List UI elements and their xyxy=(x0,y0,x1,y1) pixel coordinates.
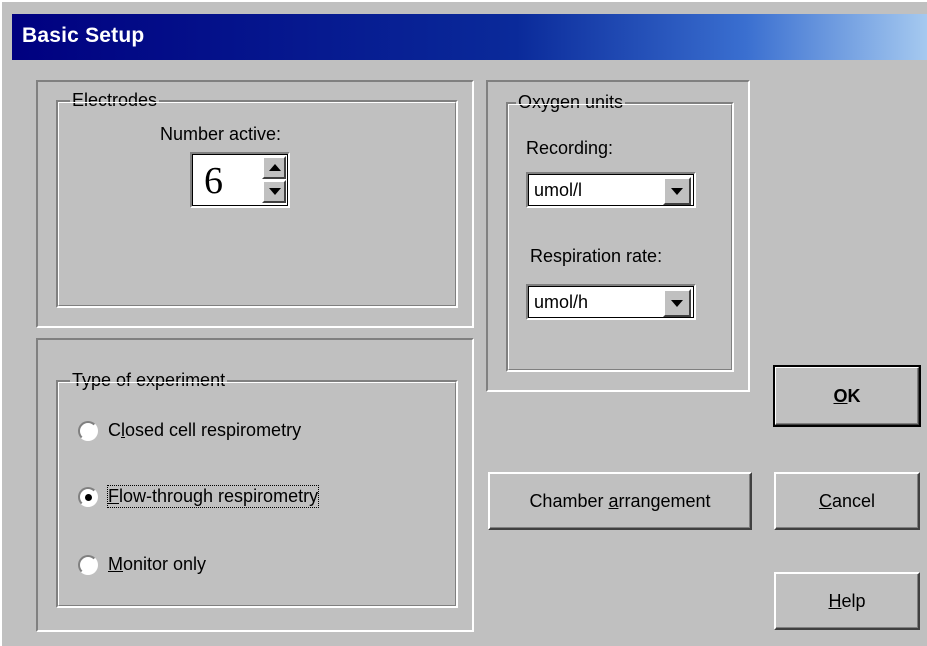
cancel-label: Cancel xyxy=(818,490,876,511)
respiration-rate-dropdown-button[interactable] xyxy=(663,289,691,317)
respiration-rate-value: umol/h xyxy=(534,292,589,312)
respiration-rate-select[interactable]: umol/h xyxy=(526,284,696,320)
radio-button-icon[interactable] xyxy=(78,555,98,575)
ok-label: OK xyxy=(833,385,861,406)
number-active-spinner[interactable]: 6 xyxy=(190,152,290,208)
dialog-title: Basic Setup xyxy=(22,24,145,47)
oxygen-units-group-label: Oxygen units xyxy=(516,92,626,113)
spin-up-button[interactable] xyxy=(262,156,286,179)
radio-selected-dot-icon xyxy=(85,494,92,501)
chamber-arrangement-label: Chamber arrangement xyxy=(529,490,711,511)
experiment-type-group-label: Type of experiment xyxy=(70,370,228,391)
recording-select[interactable]: umol/l xyxy=(526,172,696,208)
radio-button-icon[interactable] xyxy=(78,487,98,507)
arrow-up-icon xyxy=(269,164,281,171)
number-active-label: Number active: xyxy=(160,124,282,144)
chevron-down-icon xyxy=(671,300,683,307)
spin-down-button[interactable] xyxy=(262,180,286,203)
radio-monitor-only-label: Monitor only xyxy=(108,554,207,574)
chamber-arrangement-button[interactable]: Chamber arrangement xyxy=(488,472,752,530)
title-bar[interactable]: Basic Setup xyxy=(12,14,927,60)
ok-button[interactable]: OK xyxy=(773,365,921,427)
arrow-down-icon xyxy=(269,188,281,195)
chevron-down-icon xyxy=(671,188,683,195)
recording-label: Recording: xyxy=(526,138,614,158)
radio-closed-cell-label: Closed cell respirometry xyxy=(108,420,302,440)
cancel-button[interactable]: Cancel xyxy=(774,472,920,530)
help-button[interactable]: Help xyxy=(774,572,920,630)
recording-value: umol/l xyxy=(534,180,583,200)
recording-dropdown-button[interactable] xyxy=(663,177,691,205)
help-label: Help xyxy=(828,590,866,611)
radio-button-icon[interactable] xyxy=(78,421,98,441)
basic-setup-dialog: Basic Setup Electrodes Number active: 6 … xyxy=(0,0,927,646)
electrodes-group-label: Electrodes xyxy=(70,90,160,111)
number-active-value[interactable]: 6 xyxy=(204,159,223,203)
respiration-rate-label: Respiration rate: xyxy=(530,246,663,266)
radio-flow-through-label: Flow-through respirometry xyxy=(106,485,320,508)
